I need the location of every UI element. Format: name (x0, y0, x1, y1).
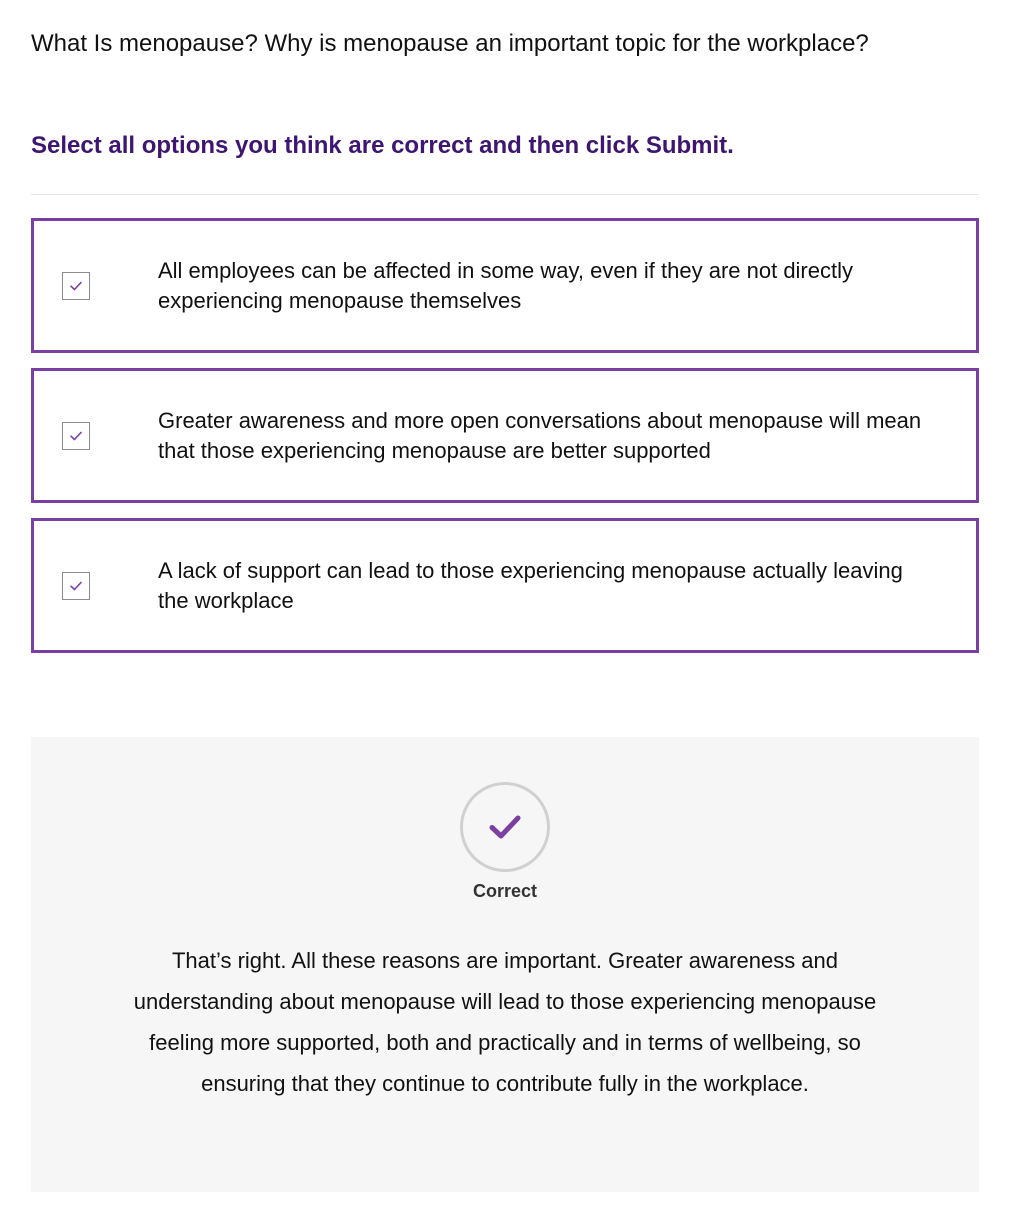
checkmark-icon (70, 581, 82, 590)
instruction-text: Select all options you think are correct… (31, 132, 734, 159)
answer-options: All employees can be affected in some wa… (31, 218, 979, 668)
answer-option-2[interactable]: Greater awareness and more open conversa… (31, 368, 979, 503)
answer-option-1[interactable]: All employees can be affected in some wa… (31, 218, 979, 353)
option-3-label: A lack of support can lead to those expe… (158, 557, 903, 613)
feedback-panel: Correct That’s right. All these reasons … (31, 737, 979, 1192)
feedback-message: That’s right. All these reasons are impo… (133, 948, 877, 1096)
option-2-label: Greater awareness and more open conversa… (158, 407, 922, 463)
option-1-label: All employees can be affected in some wa… (158, 257, 853, 313)
divider (31, 194, 979, 195)
option-2-checkbox[interactable] (62, 421, 90, 450)
result-badge (460, 782, 550, 872)
checkmark-icon (70, 281, 82, 290)
checkmark-icon (70, 431, 82, 440)
question-text: What Is menopause? Why is menopause an i… (31, 30, 869, 57)
answer-option-3[interactable]: A lack of support can lead to those expe… (31, 518, 979, 653)
result-status: Correct (472, 881, 538, 901)
check-icon (489, 815, 521, 839)
option-1-checkbox[interactable] (62, 271, 90, 300)
option-3-checkbox[interactable] (62, 571, 90, 600)
